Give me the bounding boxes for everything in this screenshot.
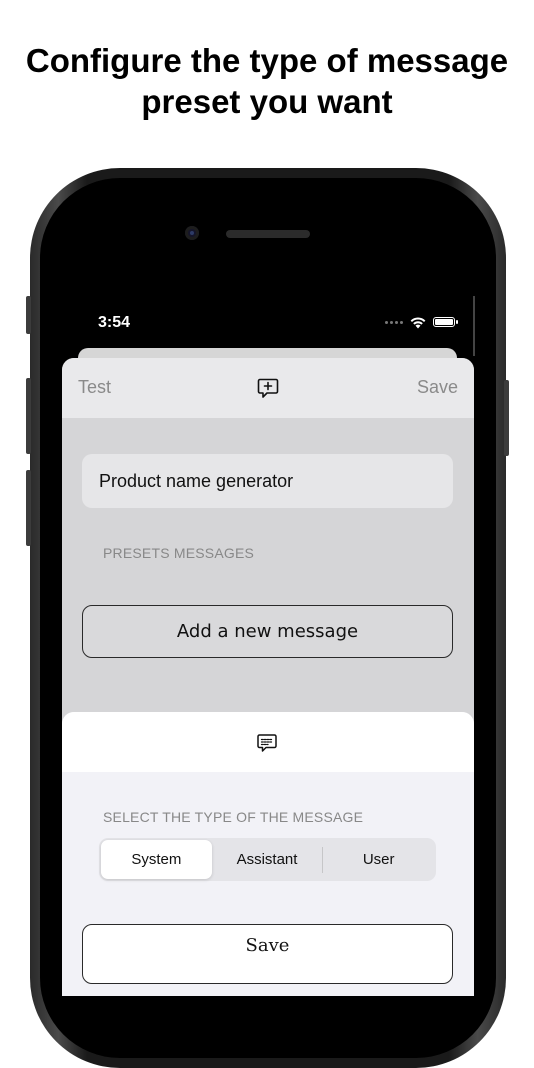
front-camera-icon [185, 226, 199, 240]
segment-assistant[interactable]: Assistant [212, 840, 323, 879]
save-nav-button[interactable]: Save [417, 377, 458, 398]
earpiece-speaker [226, 230, 310, 238]
phone-screen: 3:54 Test Save Product name generator PR… [60, 296, 475, 996]
presets-section-label: PRESETS MESSAGES [103, 545, 255, 561]
sheet-header [62, 712, 474, 772]
power-button [504, 380, 509, 456]
preset-name-field[interactable]: Product name generator [82, 454, 453, 508]
message-type-sheet: SELECT THE TYPE OF THE MESSAGE System As… [62, 712, 474, 996]
save-button[interactable]: Save [82, 924, 453, 984]
add-message-icon[interactable] [256, 376, 280, 400]
volume-down-button [26, 470, 31, 546]
status-icons [385, 315, 458, 329]
status-time: 3:54 [98, 314, 131, 331]
battery-icon [433, 317, 458, 327]
volume-up-button [26, 378, 31, 454]
add-message-button[interactable]: Add a new message [82, 605, 453, 658]
test-button[interactable]: Test [78, 377, 111, 398]
message-bubble-icon [257, 734, 277, 752]
mute-switch [26, 296, 31, 334]
message-type-segmented-control: System Assistant User [99, 838, 436, 881]
message-type-label: SELECT THE TYPE OF THE MESSAGE [103, 809, 364, 825]
screen-edge [473, 296, 475, 356]
nav-bar: Test Save [62, 358, 474, 418]
headline: Configure the type of message preset you… [25, 42, 509, 120]
segment-user[interactable]: User [323, 840, 434, 879]
wifi-icon [410, 317, 426, 329]
segment-system[interactable]: System [101, 840, 212, 879]
signal-dots-icon [385, 320, 403, 324]
